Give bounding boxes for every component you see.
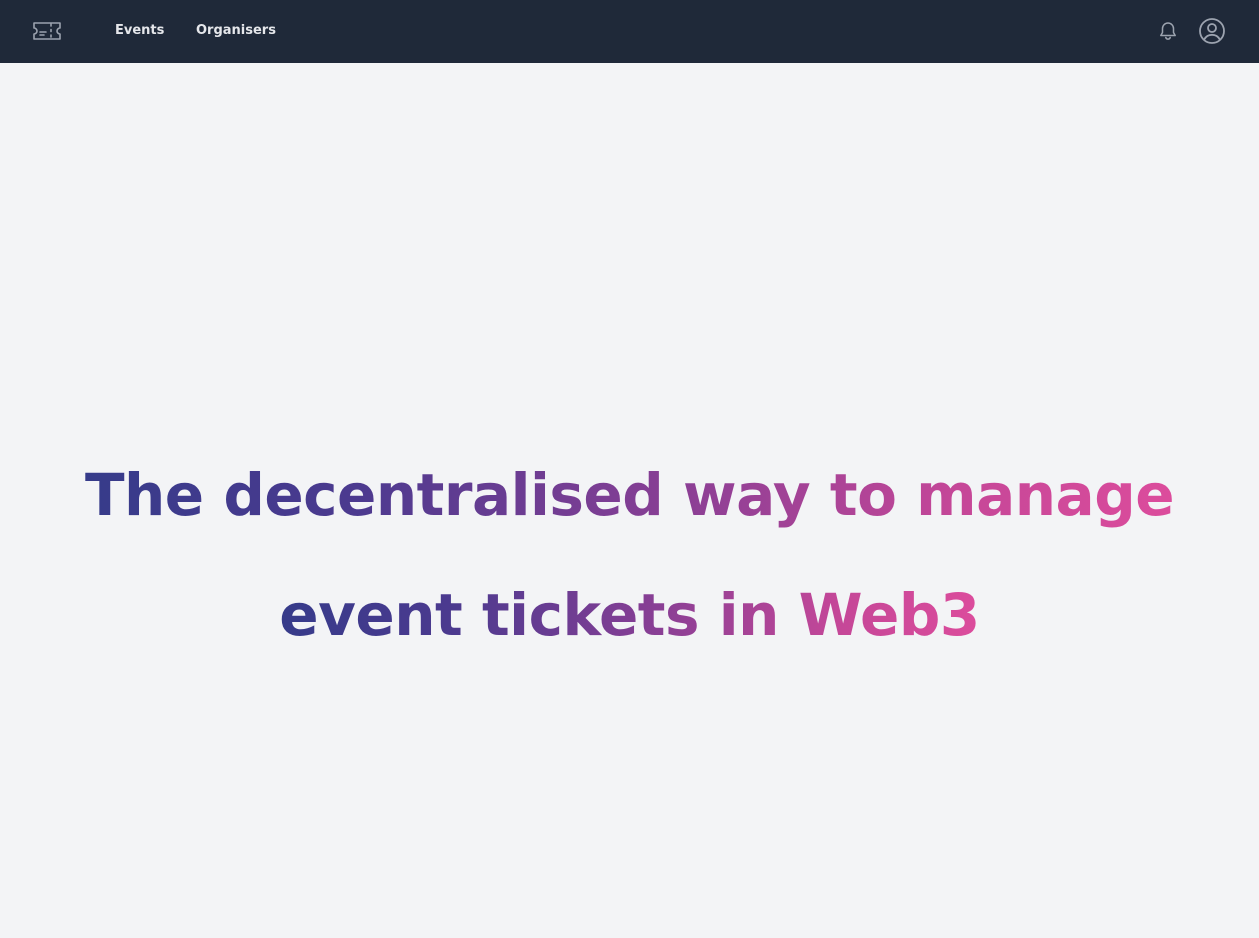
top-navbar: Events Organisers [0, 0, 1259, 63]
hero-title: The decentralised way to manage event ti… [84, 461, 1175, 649]
nav-link-events[interactable]: Events [115, 22, 164, 40]
main-content: The decentralised way to manage event ti… [0, 63, 1259, 938]
ticket-icon[interactable] [32, 19, 62, 43]
nav-link-organisers[interactable]: Organisers [196, 22, 276, 40]
hero-heading: The decentralised way to manage event ti… [0, 435, 1259, 675]
bell-icon[interactable] [1157, 20, 1179, 42]
user-circle-icon[interactable] [1198, 17, 1226, 45]
